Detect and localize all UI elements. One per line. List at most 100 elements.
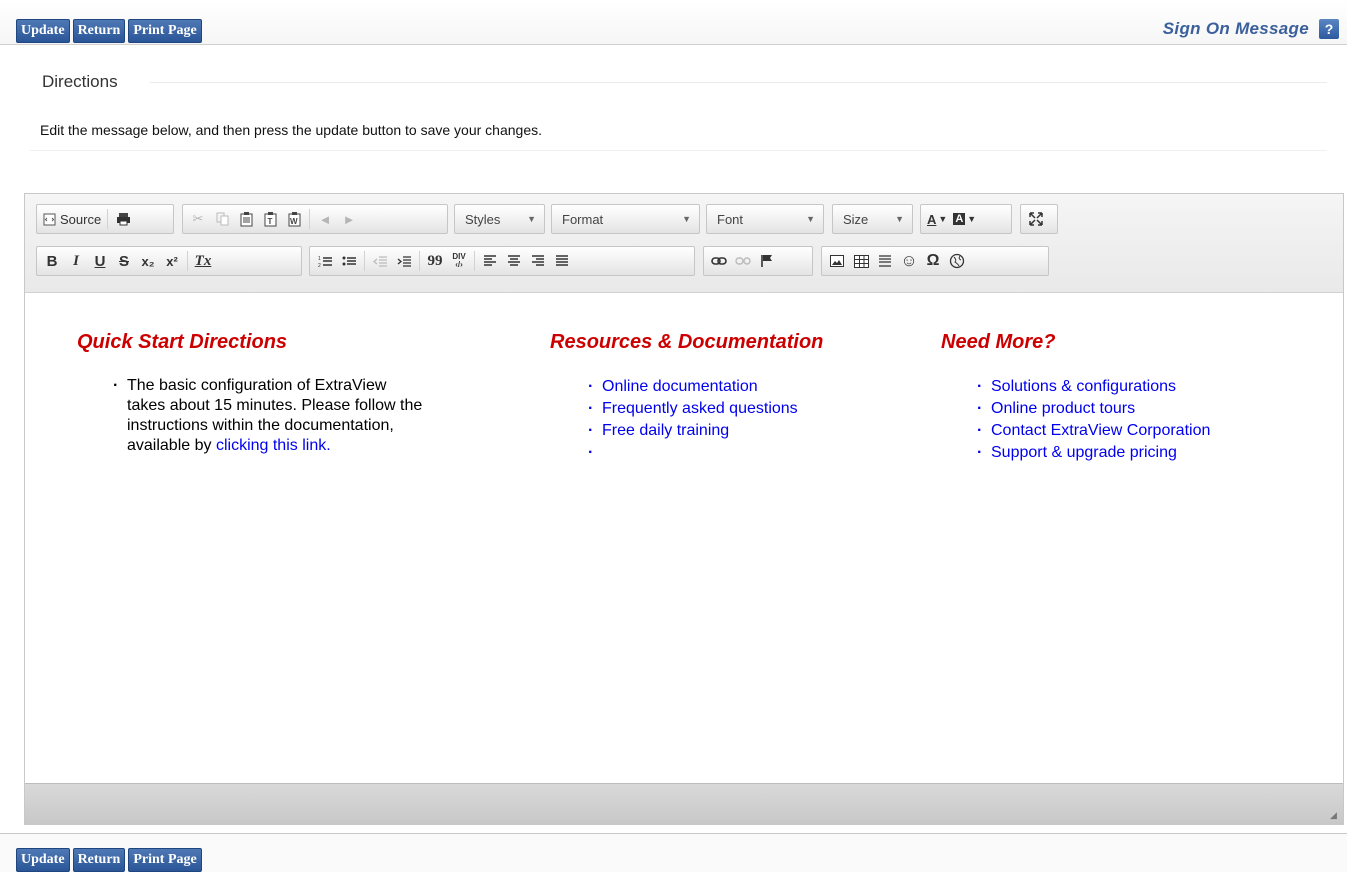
top-button-group: Update Return Print Page [16, 19, 202, 43]
superscript-button[interactable]: x² [160, 249, 184, 273]
svg-text:1: 1 [318, 256, 321, 262]
online-documentation-link[interactable]: Online documentation [588, 376, 823, 398]
quick-start-line-1: The basic configuration of ExtraView [127, 377, 387, 394]
svg-text:2: 2 [318, 263, 321, 268]
unlink-button[interactable] [731, 249, 755, 273]
styles-dropdown[interactable]: Styles ▼ [454, 204, 545, 234]
remove-format-button[interactable]: Tx [191, 249, 215, 273]
font-dropdown[interactable]: Font ▼ [706, 204, 824, 234]
link-button[interactable] [707, 249, 731, 273]
help-icon[interactable]: ? [1319, 19, 1339, 39]
editor-status-bar: ◢ [25, 783, 1343, 824]
resources-column: Resources & Documentation Online documen… [550, 331, 823, 464]
update-button[interactable]: Update [16, 848, 70, 872]
directions-bottom-divider [30, 150, 1327, 151]
need-more-heading: Need More? [941, 331, 1056, 353]
globe-icon [949, 253, 965, 269]
paste-word-icon: W [288, 211, 300, 226]
bulleted-list-button[interactable] [337, 249, 361, 273]
bottom-button-group: Update Return Print Page [16, 848, 202, 872]
chevron-down-icon: ▼ [527, 214, 536, 224]
horizontal-line-button[interactable] [873, 249, 897, 273]
size-dropdown[interactable]: Size ▼ [832, 204, 913, 234]
quick-start-column: Quick Start Directions The basic configu… [77, 331, 422, 456]
paste-button[interactable] [234, 207, 258, 231]
faq-link[interactable]: Frequently asked questions [588, 398, 823, 420]
undo-button[interactable]: ◄ [313, 207, 337, 231]
paragraph-group: 12 99 DIV ‹/› [309, 246, 695, 276]
directions-text: Edit the message below, and then press t… [40, 122, 543, 138]
pricing-link[interactable]: Support & upgrade pricing [977, 442, 1210, 464]
italic-button[interactable]: I [64, 249, 88, 273]
source-button[interactable]: Source [40, 207, 104, 231]
strike-button[interactable]: S [112, 249, 136, 273]
separator [107, 209, 109, 229]
separator [309, 209, 310, 229]
redo-button[interactable]: ► [337, 207, 361, 231]
directions-legend: Directions [42, 72, 118, 91]
subscript-button[interactable]: x₂ [136, 249, 160, 273]
page-title: Sign On Message [1162, 19, 1309, 38]
bold-button[interactable]: B [40, 249, 64, 273]
maximize-button[interactable] [1024, 207, 1048, 231]
align-justify-button[interactable] [550, 249, 574, 273]
editor-content[interactable]: Quick Start Directions The basic configu… [25, 293, 1343, 783]
format-dropdown[interactable]: Format ▼ [551, 204, 700, 234]
paste-word-button[interactable]: W [282, 207, 306, 231]
special-char-button[interactable]: Ω [921, 249, 945, 273]
numbered-list-button[interactable]: 12 [313, 249, 337, 273]
chevron-down-icon: ▼ [895, 214, 904, 224]
align-right-button[interactable] [526, 249, 550, 273]
maximize-group [1020, 204, 1058, 234]
indent-button[interactable] [392, 249, 416, 273]
print-page-button[interactable]: Print Page [128, 19, 202, 43]
rich-text-editor: Source ✂ T W ◄ ► Styles ▼ Format ▼ Font ▼ [24, 193, 1344, 825]
cut-button[interactable]: ✂ [186, 207, 210, 231]
div-container-button[interactable]: DIV ‹/› [447, 249, 471, 273]
update-button[interactable]: Update [16, 19, 70, 43]
quick-start-heading: Quick Start Directions [77, 331, 288, 353]
paste-text-button[interactable]: T [258, 207, 282, 231]
outdent-icon [373, 255, 387, 267]
underline-button[interactable]: U [88, 249, 112, 273]
image-icon [830, 255, 844, 267]
outdent-button[interactable] [368, 249, 392, 273]
list-item: The basic configuration of ExtraView tak… [113, 376, 422, 456]
paste-text-icon: T [264, 211, 276, 226]
editor-toolbar: Source ✂ T W ◄ ► Styles ▼ Format ▼ Font ▼ [25, 194, 1343, 293]
top-action-bar: Update Return Print Page Sign On Message… [0, 0, 1347, 45]
image-button[interactable] [825, 249, 849, 273]
blockquote-button[interactable]: 99 [423, 249, 447, 273]
horizontal-line-icon [879, 255, 891, 267]
resize-handle-icon[interactable]: ◢ [1330, 811, 1339, 820]
anchor-button[interactable] [755, 249, 779, 273]
documentation-link[interactable]: clicking this link. [216, 437, 331, 454]
code-icon: ‹/› [455, 260, 463, 269]
align-center-button[interactable] [502, 249, 526, 273]
background-color-icon: A [953, 213, 966, 225]
unlink-icon [735, 257, 751, 265]
source-icon [43, 213, 56, 225]
print-icon [116, 213, 130, 226]
iframe-button[interactable] [945, 249, 969, 273]
print-button[interactable] [111, 207, 135, 231]
product-tours-link[interactable]: Online product tours [977, 398, 1210, 420]
print-page-button[interactable]: Print Page [128, 848, 202, 872]
contact-link[interactable]: Contact ExtraView Corporation [977, 420, 1210, 442]
copy-button[interactable] [210, 207, 234, 231]
align-left-button[interactable] [478, 249, 502, 273]
smiley-button[interactable]: ☺ [897, 249, 921, 273]
align-left-icon [484, 255, 496, 266]
return-button[interactable]: Return [72, 848, 126, 872]
copy-icon [216, 212, 228, 226]
free-training-link[interactable]: Free daily training [588, 420, 823, 442]
indent-icon [397, 255, 411, 267]
background-color-button[interactable]: A ▼ [950, 207, 979, 231]
align-right-icon [532, 255, 544, 266]
text-color-button[interactable]: A ▼ [924, 207, 950, 231]
need-more-list: Solutions & configurations Online produc… [977, 376, 1210, 464]
return-button[interactable]: Return [72, 19, 126, 43]
table-button[interactable] [849, 249, 873, 273]
solutions-link[interactable]: Solutions & configurations [977, 376, 1210, 398]
directions-divider [150, 82, 1327, 83]
